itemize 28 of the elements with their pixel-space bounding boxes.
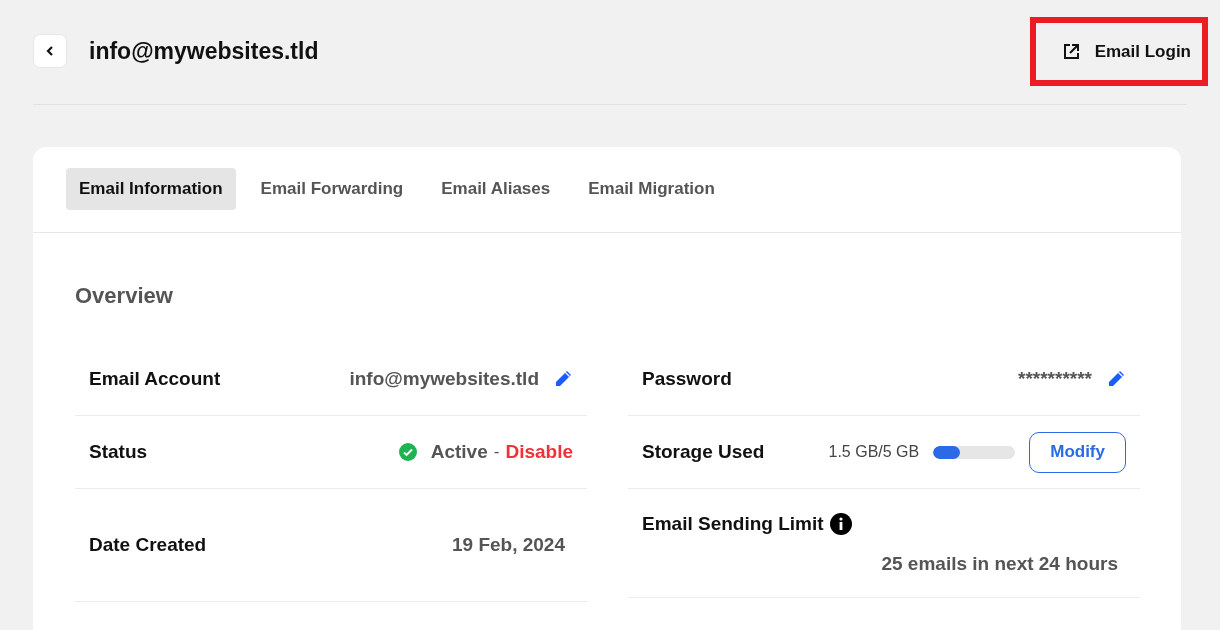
field-label: Email Sending Limit: [642, 513, 824, 535]
pencil-icon[interactable]: [1106, 369, 1126, 389]
external-link-icon: [1061, 42, 1080, 61]
pencil-icon[interactable]: [553, 369, 573, 389]
field-value: 25 emails in next 24 hours: [881, 553, 1118, 575]
page-title: info@mywebsites.tld: [89, 38, 319, 65]
back-button[interactable]: [33, 33, 67, 68]
field-label: Password: [642, 368, 732, 390]
email-login-button[interactable]: Email Login: [1035, 23, 1202, 80]
storage-value: 1.5 GB/5 GB: [828, 443, 920, 461]
tab[interactable]: Email Aliases: [428, 168, 564, 210]
tab[interactable]: Email Migration: [575, 168, 728, 210]
field-label: Email Account: [89, 368, 221, 390]
info-icon[interactable]: [829, 513, 852, 535]
field-value: **********: [1018, 368, 1092, 390]
separator-text: -: [493, 442, 500, 462]
chevron-left-icon: [45, 44, 55, 57]
tab[interactable]: Email Forwarding: [247, 168, 417, 210]
section-heading: Overview: [75, 283, 174, 309]
status-value: Active: [430, 441, 488, 463]
disable-link[interactable]: Disable: [505, 441, 573, 463]
field-label: Status: [89, 441, 148, 463]
tab[interactable]: Email Information: [66, 168, 236, 210]
field-label: Storage Used: [642, 441, 765, 463]
field-label: Date Created: [89, 534, 207, 556]
field-value: 19 Feb, 2024: [451, 534, 565, 556]
field-value: info@mywebsites.tld: [349, 368, 539, 390]
modify-button[interactable]: Modify: [1029, 431, 1126, 473]
